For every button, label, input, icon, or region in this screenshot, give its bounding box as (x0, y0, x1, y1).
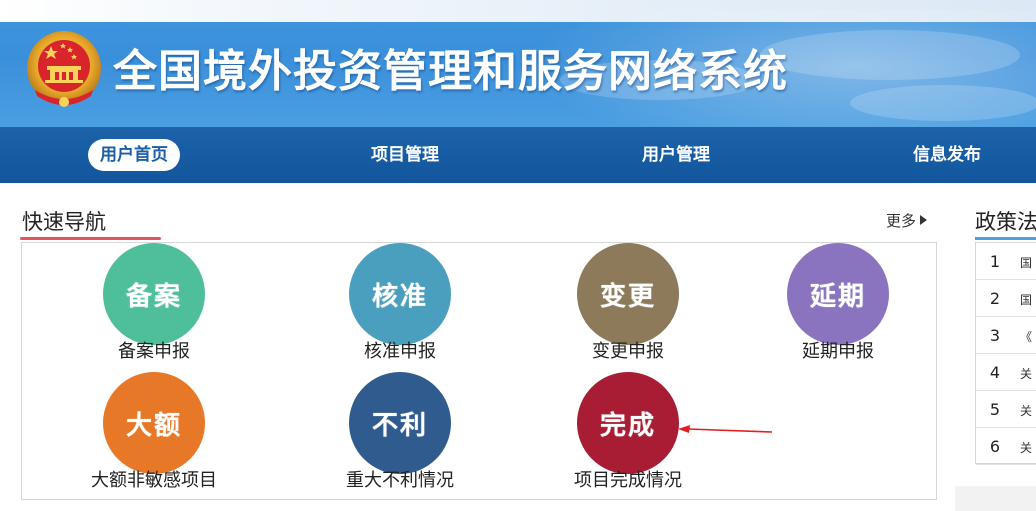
quick-nav-title: 快速导航 (22, 210, 106, 234)
site-banner: 全国境外投资管理和服务网络系统 (0, 0, 1036, 127)
policy-row-text[interactable]: 关 (1020, 365, 1032, 382)
extension-icon: 延期 (787, 243, 889, 345)
completion-icon: 完成 (577, 372, 679, 474)
change-icon: 变更 (577, 243, 679, 345)
policy-row[interactable]: 2 国 (976, 280, 1036, 317)
quick-tile-change[interactable]: 变更 变更申报 (538, 243, 718, 363)
side-panel-footer (955, 486, 1036, 511)
site-title: 全国境外投资管理和服务网络系统 (113, 46, 788, 97)
approval-icon: 核准 (349, 243, 451, 345)
tile-label: 延期申报 (802, 341, 874, 362)
quick-tile-filing[interactable]: 备案 备案申报 (64, 243, 244, 363)
filing-icon: 备案 (103, 243, 205, 345)
adverse-icon: 不利 (349, 372, 451, 474)
policy-row[interactable]: 6 关 (976, 428, 1036, 465)
policy-row[interactable]: 1 国 (976, 243, 1036, 280)
more-link[interactable]: 更多 (886, 210, 928, 232)
policy-row-text[interactable]: 国 (1020, 291, 1032, 308)
nav-item-project-management[interactable]: 项目管理 (371, 139, 439, 171)
tile-label: 项目完成情况 (574, 470, 682, 491)
policy-row-text[interactable]: 国 (1020, 254, 1032, 271)
policy-list: 1 国 2 国 3 《 4 关 5 关 6 关 (975, 242, 1036, 465)
policy-row-text[interactable]: 关 (1020, 402, 1032, 419)
quick-tile-extension[interactable]: 延期 延期申报 (748, 243, 928, 363)
tile-label: 重大不利情况 (346, 470, 454, 491)
policy-row-number: 6 (989, 437, 1001, 456)
main-nav: 用户首页 项目管理 用户管理 信息发布 (0, 127, 1036, 183)
tile-label: 备案申报 (118, 341, 190, 362)
quick-tile-approval[interactable]: 核准 核准申报 (310, 243, 490, 363)
quick-nav-title-underline (20, 237, 161, 240)
policy-title-underline (975, 237, 1036, 240)
policy-row[interactable]: 3 《 (976, 317, 1036, 354)
tile-label: 核准申报 (364, 341, 436, 362)
policy-row-number: 3 (989, 326, 1001, 345)
policy-row[interactable]: 5 关 (976, 391, 1036, 428)
policy-title: 政策法 (975, 210, 1036, 234)
nav-item-info-publish[interactable]: 信息发布 (913, 139, 981, 171)
policy-row-number: 1 (989, 252, 1001, 271)
policy-row-number: 2 (989, 289, 1001, 308)
banner-cloud (850, 85, 1036, 121)
quick-tile-large-amount[interactable]: 大额 大额非敏感项目 (64, 372, 244, 492)
policy-row-number: 4 (989, 363, 1001, 382)
tile-label: 变更申报 (592, 341, 664, 362)
nav-item-user-home[interactable]: 用户首页 (88, 139, 180, 171)
large-amount-icon: 大额 (103, 372, 205, 474)
banner-cloud (760, 30, 1020, 80)
nav-item-user-management[interactable]: 用户管理 (642, 139, 710, 171)
policy-row[interactable]: 4 关 (976, 354, 1036, 391)
more-label: 更多 (886, 212, 917, 230)
caret-right-icon (920, 215, 928, 225)
policy-row-number: 5 (989, 400, 1001, 419)
policy-row-text[interactable]: 关 (1020, 439, 1032, 456)
tile-label: 大额非敏感项目 (91, 470, 217, 491)
annotation-arrow-icon (678, 425, 773, 433)
national-emblem-icon (27, 31, 101, 107)
quick-tile-adverse[interactable]: 不利 重大不利情况 (310, 372, 490, 492)
policy-row-text[interactable]: 《 (1020, 328, 1032, 345)
